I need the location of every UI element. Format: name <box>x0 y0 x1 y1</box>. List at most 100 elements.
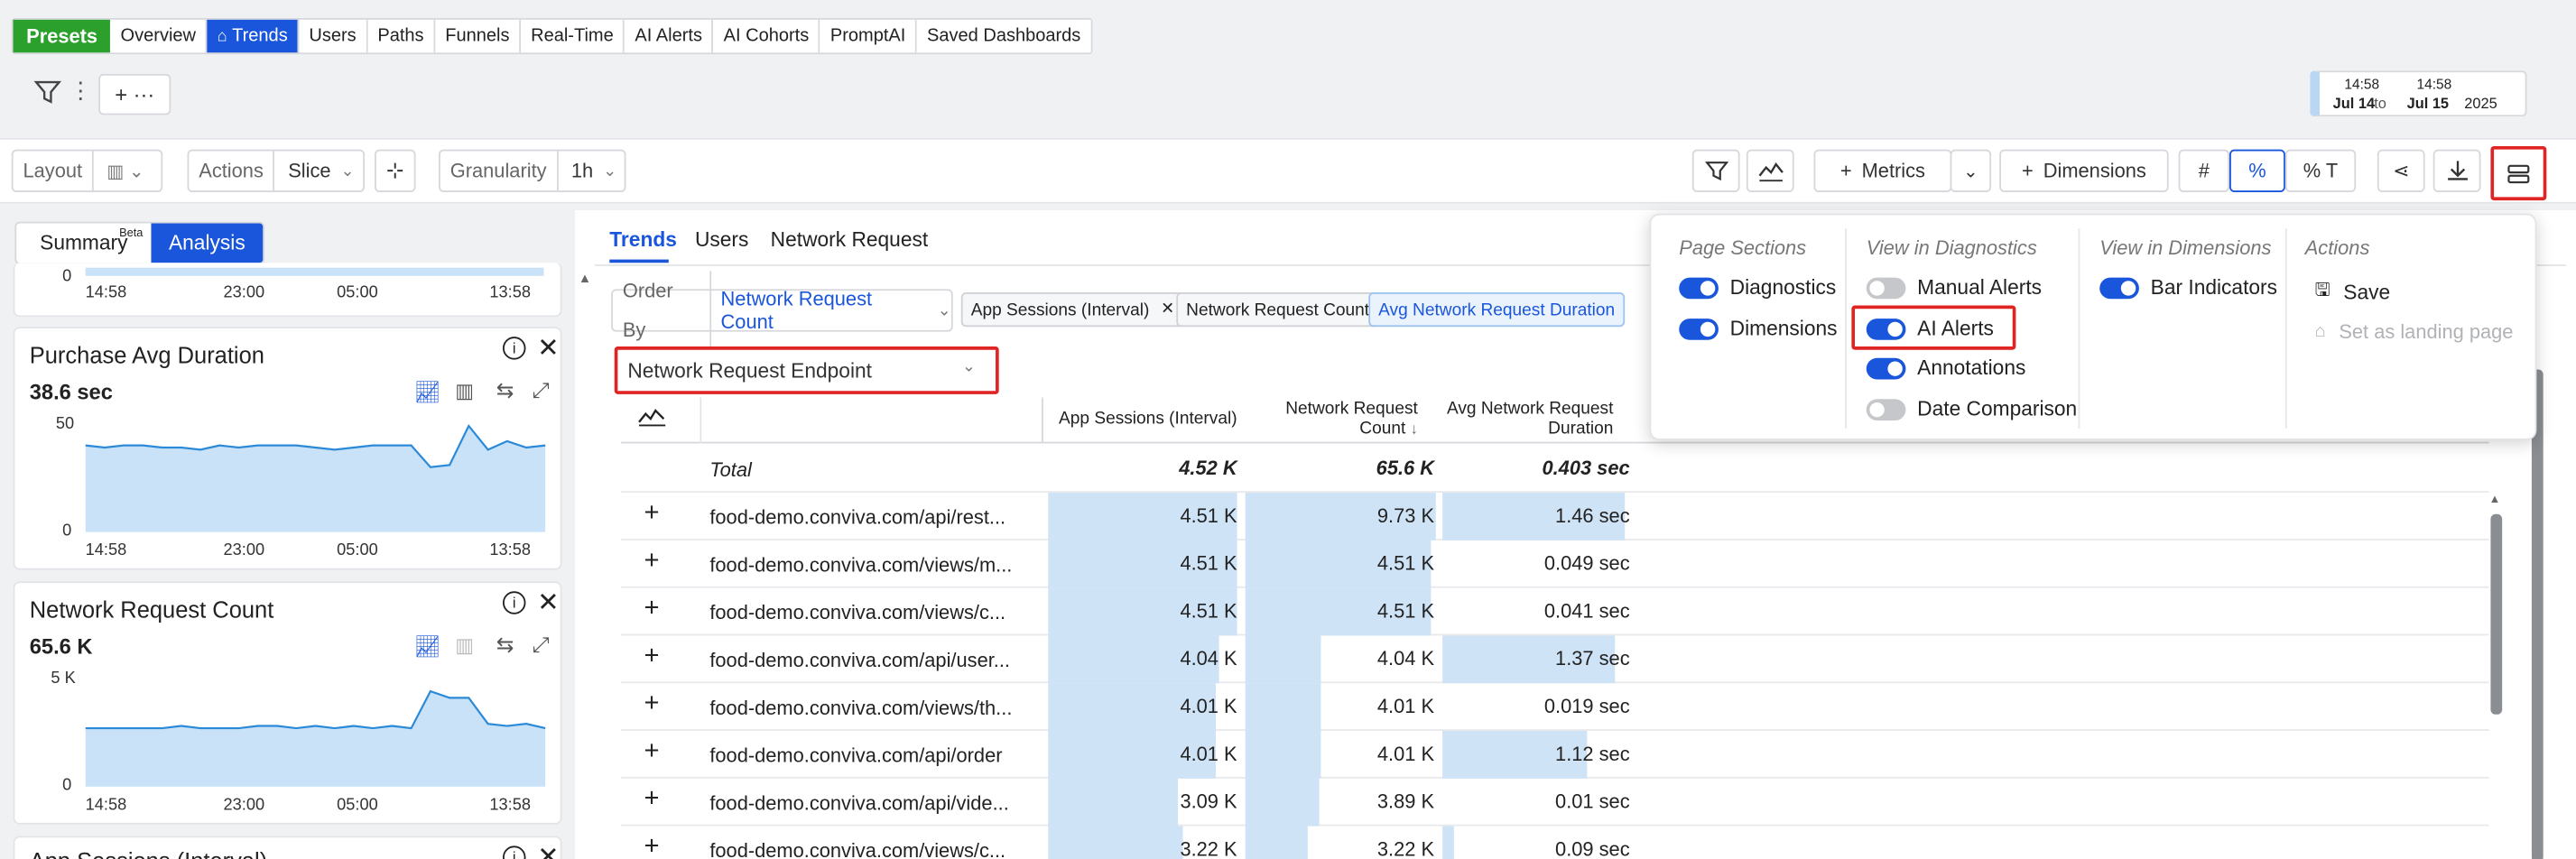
filter-menu-icon[interactable]: ⋮ <box>69 78 91 106</box>
expand-row-icon[interactable]: + <box>644 737 660 767</box>
tab-ai-cohorts[interactable]: AI Cohorts <box>713 19 820 53</box>
chevron-down-icon: ⌄ <box>340 162 355 180</box>
avg-duration-cell: 0.01 sec <box>1555 790 1630 813</box>
tab-promptai[interactable]: PromptAI <box>820 19 918 53</box>
page-settings-button[interactable] <box>2490 145 2547 201</box>
share-button[interactable]: ⋖ <box>2377 149 2425 192</box>
bar-indicators-toggle[interactable] <box>2099 277 2139 300</box>
expand-row-icon[interactable]: + <box>644 499 660 529</box>
table-row[interactable]: + food-demo.conviva.com/views/m... 4.51 K 4… <box>621 540 2489 588</box>
expand-row-icon[interactable]: + <box>644 595 660 624</box>
tab-real-time[interactable]: Real-Time <box>521 19 625 53</box>
line-chart-icon[interactable]: 📈︎ <box>414 379 441 405</box>
table-scroll-up-icon[interactable]: ▲ <box>2489 494 2501 506</box>
col-avg-duration[interactable]: Avg Network Request Duration <box>1439 399 1613 439</box>
close-icon[interactable]: ✕ <box>537 332 559 365</box>
swap-icon[interactable]: ⇆ <box>496 633 514 659</box>
diagnostics-toggle[interactable] <box>1679 277 1719 300</box>
order-by-value: Network Request Count <box>720 287 873 334</box>
tab-analysis[interactable]: Analysis <box>151 223 264 263</box>
granularity-control[interactable]: Granularity 1h ⌄ <box>438 149 626 192</box>
format-number-button[interactable]: # <box>2178 149 2230 192</box>
close-icon[interactable]: ✕ <box>537 587 559 619</box>
download-button[interactable] <box>2432 149 2481 192</box>
bar-chart-icon[interactable]: ▥ <box>455 379 474 402</box>
metrics-dropdown-button[interactable]: ⌄ <box>1950 149 1992 192</box>
dimensions-button[interactable]: + Dimensions <box>1999 149 2169 192</box>
expand-row-icon[interactable]: + <box>644 642 660 672</box>
metrics-button[interactable]: + Metrics <box>1813 149 1952 192</box>
tab-funnels[interactable]: Funnels <box>435 19 522 53</box>
tab-summary[interactable]: Summary Beta <box>16 224 151 263</box>
swap-icon[interactable]: ⇆ <box>496 378 514 404</box>
clear-filter-button[interactable] <box>1691 149 1740 192</box>
date-range-picker[interactable]: 14:58 Jul 14 to 14:58 Jul 15 2025 <box>2310 70 2527 117</box>
layout-control[interactable]: Layout ▥ ⌄ <box>11 149 163 192</box>
main-scrollbar[interactable] <box>2531 369 2544 859</box>
dimension-selector[interactable]: Network Request Endpoint ⌄ <box>614 346 999 394</box>
close-icon[interactable]: ✕ <box>537 841 559 859</box>
manual-alerts-toggle[interactable] <box>1866 277 1906 300</box>
avg-duration-cell: 1.12 sec <box>1555 742 1630 766</box>
metric-chip-network-count[interactable]: Network Request Count <box>1176 291 1380 328</box>
format-percent-button[interactable]: % <box>2229 149 2285 192</box>
info-icon[interactable]: i <box>502 591 526 614</box>
tab-main-users[interactable]: Users <box>695 228 748 251</box>
ai-alerts-label: AI Alerts <box>1917 317 1994 340</box>
table-row[interactable]: + food-demo.conviva.com/views/c... 3.22 K 3… <box>621 826 2489 859</box>
format-percent-total-button[interactable]: % T <box>2284 149 2357 192</box>
table-row[interactable]: + food-demo.conviva.com/api/vide... 3.09 K… <box>621 778 2489 827</box>
save-button[interactable]: 🖫 Save <box>2315 276 2391 308</box>
table-row[interactable]: + food-demo.conviva.com/api/user... 4.04 K… <box>621 635 2489 684</box>
expand-row-icon[interactable]: + <box>644 547 660 577</box>
order-by-control[interactable]: Order By Network Request Count ⌄ <box>611 271 953 350</box>
metric-chip-avg-duration[interactable]: Avg Network Request Duration <box>1368 291 1626 328</box>
y-top-label: 5 K <box>51 670 76 688</box>
presets-button[interactable]: Presets <box>13 19 111 53</box>
dimensions-label: Dimensions <box>1729 317 1838 340</box>
share-icon: ⋖ <box>2393 159 2410 183</box>
table-scrollbar[interactable] <box>2490 513 2503 715</box>
dimensions-toggle[interactable] <box>1679 319 1719 340</box>
line-chart-icon[interactable]: 📈︎ <box>414 634 441 660</box>
total-label: Total <box>709 457 752 482</box>
annotations-toggle[interactable] <box>1866 357 1906 380</box>
tab-ai-alerts[interactable]: AI Alerts <box>625 19 714 53</box>
actions-label: Actions <box>189 151 275 191</box>
menu-divider <box>1845 228 1847 430</box>
expand-row-icon[interactable]: + <box>644 833 660 859</box>
bar-chart-icon[interactable]: ▥ <box>455 634 474 657</box>
metric-chip-app-sessions[interactable]: App Sessions (Interval) ✕ <box>960 291 1185 328</box>
col-network-count[interactable]: Network Request Count ↓ <box>1270 399 1418 439</box>
expand-row-icon[interactable]: + <box>644 689 660 719</box>
filter-icon[interactable] <box>32 78 62 107</box>
tab-trends[interactable]: ⌂ Trends <box>207 19 300 53</box>
expand-row-icon[interactable]: + <box>644 785 660 815</box>
add-filter-button[interactable]: + ··· <box>98 73 171 115</box>
tab-paths[interactable]: Paths <box>367 19 436 53</box>
table-row[interactable]: + food-demo.conviva.com/views/th... 4.01 K… <box>621 683 2489 731</box>
main-scroll-up-icon[interactable]: ▲ <box>579 271 591 285</box>
table-row[interactable]: + food-demo.conviva.com/views/c... 4.51 K 4… <box>621 587 2489 636</box>
close-icon[interactable]: ✕ <box>1161 300 1174 319</box>
table-row[interactable]: + food-demo.conviva.com/api/rest... 4.51 K… <box>621 493 2489 540</box>
expand-icon[interactable]: ⤢ <box>533 378 550 404</box>
info-icon[interactable]: i <box>502 845 526 859</box>
date-comparison-toggle[interactable] <box>1866 399 1906 420</box>
endpoint-cell: food-demo.conviva.com/api/vide... <box>709 791 1009 815</box>
split-button[interactable]: ⊹ <box>375 149 416 192</box>
table-row[interactable]: + food-demo.conviva.com/api/order 4.01 K 4.… <box>621 730 2489 779</box>
sparkline-toggle-icon[interactable] <box>637 406 667 429</box>
set-landing-page-button[interactable]: ⌂ Set as landing page <box>2315 320 2514 343</box>
tab-overview[interactable]: Overview <box>110 19 208 53</box>
ai-alerts-toggle[interactable] <box>1866 319 1906 340</box>
actions-control[interactable]: Actions Slice ⌄ <box>187 149 366 192</box>
tab-users[interactable]: Users <box>299 19 368 53</box>
expand-icon[interactable]: ⤢ <box>533 633 550 659</box>
col-app-sessions[interactable]: App Sessions (Interval) <box>1052 409 1237 429</box>
info-icon[interactable]: i <box>502 337 526 360</box>
tab-saved-dashboards[interactable]: Saved Dashboards <box>917 19 1091 53</box>
tab-main-network-request[interactable]: Network Request <box>771 228 929 251</box>
anomaly-button[interactable] <box>1746 149 1794 192</box>
tab-main-trends[interactable]: Trends <box>609 228 677 251</box>
